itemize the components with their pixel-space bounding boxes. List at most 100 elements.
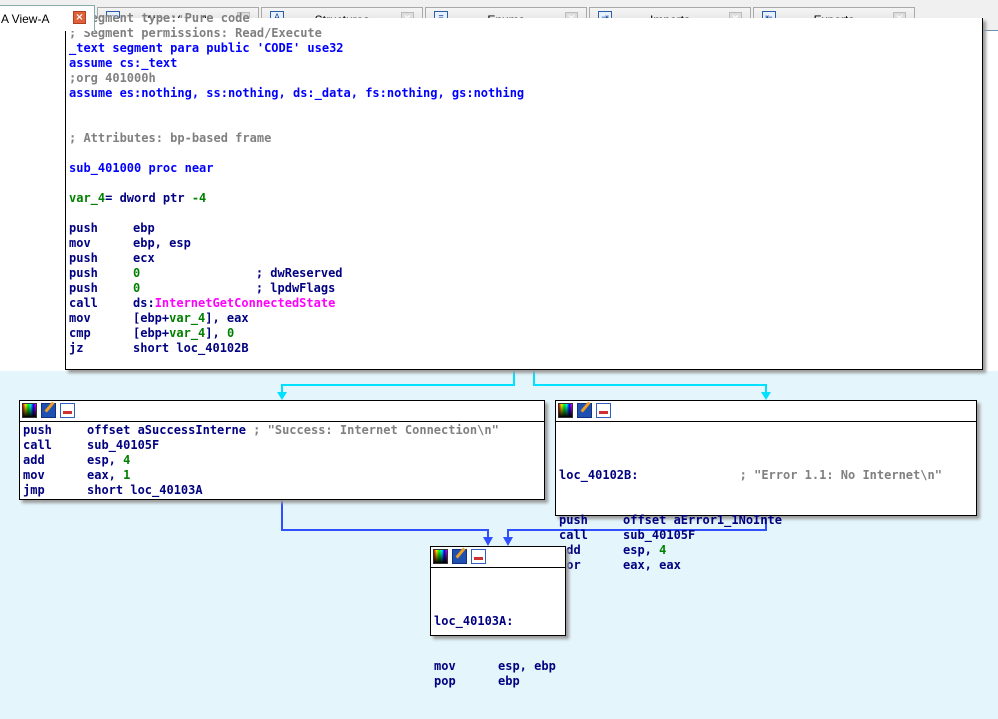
mnemonic: jmp xyxy=(23,483,45,497)
operand: ebp xyxy=(133,221,155,235)
operand: offset aSuccessInterne xyxy=(87,423,254,437)
import-name[interactable]: InternetGetConnectedState xyxy=(155,296,336,310)
listing-line[interactable]: ;org 401000h xyxy=(69,71,979,86)
edge-true-branch xyxy=(281,371,515,395)
edge-false-branch xyxy=(533,371,767,395)
immediate-value: 4 xyxy=(123,453,131,467)
immediate-value: 4 xyxy=(659,543,667,557)
listing-line[interactable]: assume cs:_text xyxy=(69,56,979,71)
listing-line[interactable]: _text segment para public 'CODE' use32 xyxy=(69,41,979,56)
listing-line[interactable]: ; Segment permissions: Read/Execute xyxy=(69,26,979,41)
instruction-line[interactable]: mov eax, 1 xyxy=(23,468,541,483)
instruction-line[interactable]: add esp, 4 xyxy=(23,453,541,468)
instruction-line[interactable]: mov esp, ebp xyxy=(434,659,562,674)
instruction-line[interactable]: pop ebp xyxy=(434,674,562,689)
mnemonic: jz xyxy=(69,341,84,355)
instruction-line[interactable]: add esp, 4 xyxy=(559,543,973,558)
operand: eax, xyxy=(87,468,124,482)
color-picker-icon[interactable] xyxy=(433,549,448,564)
instruction-line[interactable]: push offset aError1_1NoInte xyxy=(559,513,973,528)
param-comment: ; lpdwFlags xyxy=(255,281,336,295)
mnemonic: add xyxy=(23,453,45,467)
instruction-line[interactable]: push ecx xyxy=(69,251,979,266)
mnemonic: call xyxy=(69,296,98,310)
group-nodes-icon[interactable] xyxy=(471,549,486,564)
operand-prefix: ds: xyxy=(133,296,155,310)
instruction-line[interactable]: jz short loc_40102B xyxy=(69,341,979,356)
instruction-line[interactable]: call sub_40105F xyxy=(23,438,541,453)
block-header xyxy=(556,401,976,422)
arrowhead-error xyxy=(761,392,771,400)
mnemonic: mov xyxy=(434,659,456,673)
mnemonic: cmp xyxy=(69,326,91,340)
comment: ; Segment type: Pure code xyxy=(69,11,250,25)
mnemonic: push xyxy=(69,221,98,235)
stack-var-name[interactable]: var_4 xyxy=(69,191,105,205)
listing-line[interactable] xyxy=(69,146,979,161)
rename-edit-icon[interactable] xyxy=(577,403,592,418)
operand: offset aError1_1NoInte xyxy=(623,513,782,527)
arrowhead-end-1 xyxy=(483,537,493,546)
group-nodes-icon[interactable] xyxy=(596,403,611,418)
instruction-line[interactable]: call sub_40105F xyxy=(559,528,973,543)
operand: short loc_40102B xyxy=(133,341,249,355)
block-header xyxy=(20,401,544,422)
operand: eax, eax xyxy=(623,558,681,572)
listing-line[interactable] xyxy=(69,101,979,116)
instruction-line[interactable]: xor eax, eax xyxy=(559,558,973,573)
operand: var_4 xyxy=(169,326,206,340)
instruction-line[interactable]: call ds:InternetGetConnectedState xyxy=(69,296,979,311)
basic-block-success[interactable]: push offset aSuccessInterne ; "Success: I… xyxy=(19,400,545,500)
instruction-line[interactable]: mov ebp, esp xyxy=(69,236,979,251)
basic-block-sub-401000[interactable]: ; Segment type: Pure code; Segment permi… xyxy=(65,11,983,370)
mnemonic: mov xyxy=(69,311,91,325)
string-comment: ; "Error 1.1: No Internet\n" xyxy=(739,468,942,482)
basic-block-loc-40103a[interactable]: loc_40103A: mov esp, ebp pop ebp xyxy=(430,546,566,688)
basic-block-loc-40102b[interactable]: loc_40102B: ; "Error 1.1: No Internet\n"… xyxy=(555,400,977,572)
operand: ], xyxy=(205,326,227,340)
mnemonic: mov xyxy=(69,236,91,250)
listing-line[interactable]: sub_401000 proc near xyxy=(69,161,979,176)
rename-edit-icon[interactable] xyxy=(41,403,56,418)
instruction-line[interactable]: push offset aSuccessInterne ; "Success: I… xyxy=(23,423,541,438)
listing-line[interactable]: var_4= dword ptr -4 xyxy=(69,191,979,206)
immediate-value: 0 xyxy=(133,266,256,280)
rename-edit-icon[interactable] xyxy=(452,549,467,564)
block-label[interactable]: loc_40103A: xyxy=(434,614,513,628)
color-picker-icon[interactable] xyxy=(558,403,573,418)
operand: ], eax xyxy=(205,311,249,325)
listing-line[interactable] xyxy=(69,206,979,221)
close-icon[interactable]: × xyxy=(73,11,86,24)
tab-ida-view-a[interactable]: A View-A × xyxy=(0,5,95,31)
instruction-line[interactable]: push 0 ; lpdwFlags xyxy=(69,281,979,296)
group-nodes-icon[interactable] xyxy=(60,403,75,418)
mnemonic: call xyxy=(23,438,52,452)
listing-line[interactable]: assume es:nothing, ss:nothing, ds:_data,… xyxy=(69,86,979,101)
listing-line[interactable] xyxy=(69,176,979,191)
listing-line[interactable]: ; Segment type: Pure code xyxy=(69,11,979,26)
instruction-line[interactable]: jmp short loc_40103A xyxy=(23,483,541,498)
mnemonic: mov xyxy=(23,468,45,482)
color-picker-icon[interactable] xyxy=(22,403,37,418)
block-label[interactable]: loc_40102B: xyxy=(559,468,638,482)
instruction-line[interactable]: cmp [ebp+var_4], 0 xyxy=(69,326,979,341)
block-header xyxy=(431,547,565,568)
mnemonic: push xyxy=(23,423,52,437)
directive: sub_401000 proc near xyxy=(69,161,214,175)
instruction-line[interactable]: push ebp xyxy=(69,221,979,236)
immediate-value: 1 xyxy=(123,468,131,482)
mnemonic: xor xyxy=(559,558,581,572)
operand: sub_40105F xyxy=(623,528,696,542)
operand: ecx xyxy=(133,251,155,265)
operand: esp, xyxy=(623,543,660,557)
operand: [ebp+ xyxy=(133,311,170,325)
operand: esp, ebp xyxy=(498,659,556,673)
listing-line[interactable] xyxy=(69,116,979,131)
mnemonic: pop xyxy=(434,674,456,688)
instruction-line[interactable]: push 0 ; dwReserved xyxy=(69,266,979,281)
mnemonic: push xyxy=(69,251,98,265)
arrowhead-success xyxy=(277,392,287,400)
stack-var-offset: -4 xyxy=(191,191,207,205)
instruction-line[interactable]: mov [ebp+var_4], eax xyxy=(69,311,979,326)
listing-line[interactable]: ; Attributes: bp-based frame xyxy=(69,131,979,146)
